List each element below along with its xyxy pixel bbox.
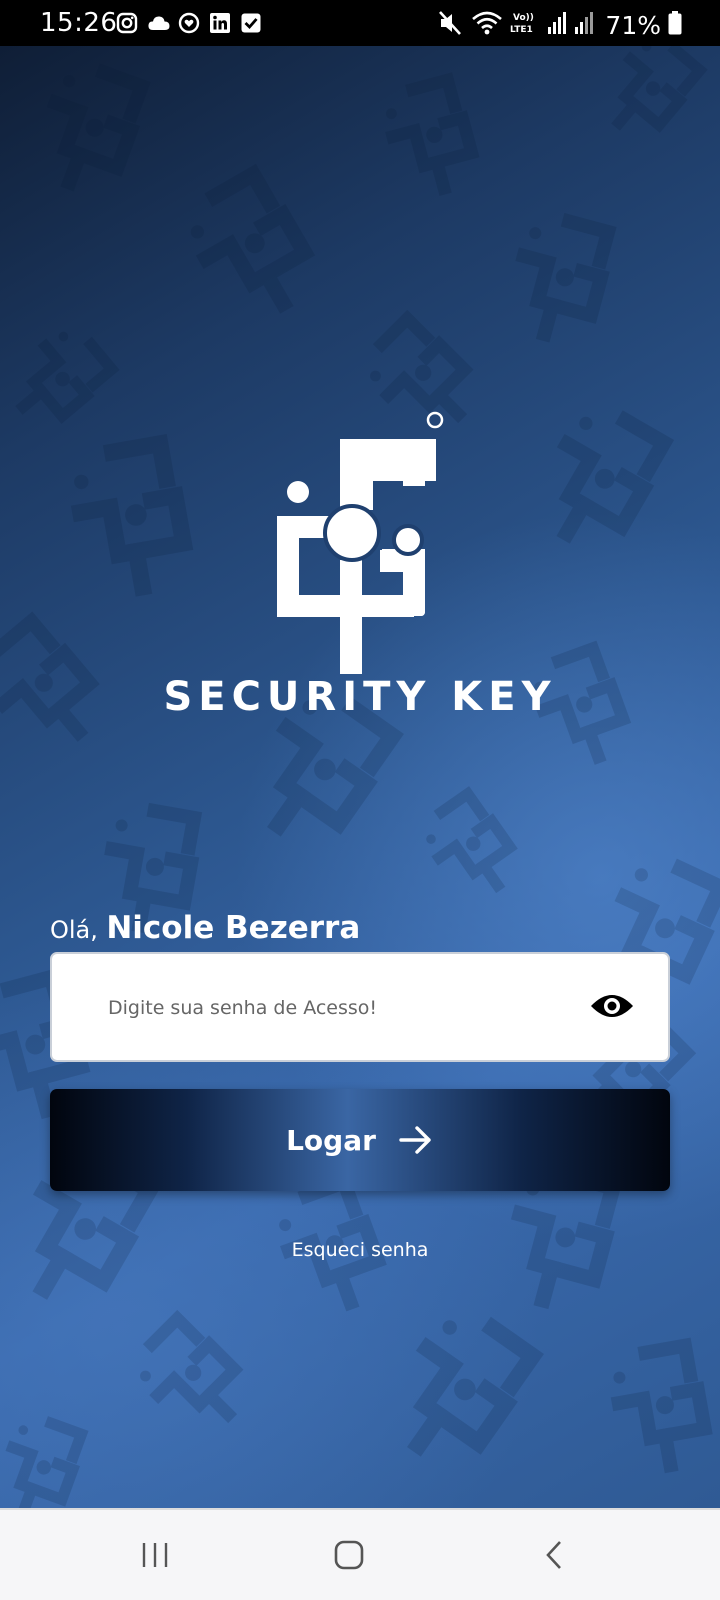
password-input[interactable]: [106, 954, 570, 1062]
wifi-icon: [471, 10, 503, 41]
linkedin-icon: [209, 12, 231, 34]
brand-name: SECURITY KEY: [163, 674, 557, 720]
background-pattern: [0, 46, 720, 1508]
login-button-label: Logar: [286, 1123, 376, 1157]
notification-icons: [116, 12, 262, 34]
greeting: Olá, Nicole Bezerra: [50, 910, 360, 946]
navigation-bar: [0, 1508, 720, 1600]
arrow-right-icon: [399, 1126, 431, 1154]
user-name: Nicole Bezerra: [106, 910, 361, 946]
login-button[interactable]: Logar: [50, 1089, 670, 1191]
eye-icon[interactable]: [590, 990, 634, 1022]
security-key-logo: [277, 411, 444, 674]
signal-icon: [574, 11, 594, 40]
password-field[interactable]: [50, 952, 670, 1062]
volte-icon: Vo)) LTE1: [510, 10, 540, 41]
login-screen: SECURITY KEY Olá, Nicole Bezerra Logar E…: [0, 46, 720, 1508]
greeting-prefix: Olá,: [50, 916, 98, 944]
heart-app-icon: [178, 12, 200, 34]
checkbox-icon: [240, 12, 262, 34]
forgot-password-link[interactable]: Esqueci senha: [0, 1239, 720, 1261]
status-bar: 15:26 Vo)) LTE1 71%: [0, 0, 720, 46]
home-icon[interactable]: [334, 1540, 364, 1570]
system-icons: Vo)) LTE1 71%: [438, 10, 682, 41]
status-time: 15:26: [40, 8, 118, 38]
mute-icon: [438, 10, 464, 41]
svg-text:LTE1: LTE1: [510, 25, 533, 35]
battery-icon: [668, 11, 682, 40]
cloud-icon: [147, 12, 170, 34]
back-icon[interactable]: [540, 1540, 570, 1570]
battery-percentage: 71%: [605, 11, 661, 40]
svg-text:Vo)): Vo)): [513, 13, 534, 23]
instagram-icon: [116, 12, 138, 34]
recent-apps-icon[interactable]: [140, 1540, 170, 1570]
signal-icon: [547, 11, 567, 40]
